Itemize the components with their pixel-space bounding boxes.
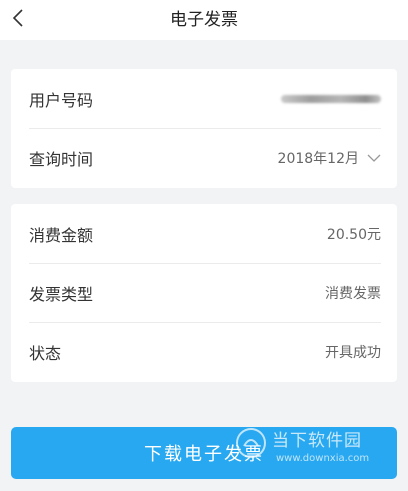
- query-time-value: 2018年12月: [277, 150, 359, 167]
- download-invoice-label: 下载电子发票: [144, 444, 264, 464]
- status-label: 状态: [29, 343, 62, 363]
- user-number-label: 用户号码: [29, 90, 94, 110]
- redacted-value: [281, 94, 381, 103]
- amount-row: 消费金额 20.50元: [11, 204, 397, 263]
- query-time-label: 查询时间: [29, 149, 94, 169]
- download-invoice-button[interactable]: 下载电子发票: [11, 427, 397, 479]
- query-time-row[interactable]: 查询时间 2018年12月: [11, 128, 397, 187]
- nav-bar: 电子发票: [0, 0, 408, 40]
- invoice-type-row: 发票类型 消费发票: [11, 263, 397, 322]
- chevron-down-icon: [367, 154, 381, 162]
- user-number-row: 用户号码: [11, 69, 397, 128]
- invoice-detail-card: 消费金额 20.50元 发票类型 消费发票 状态 开具成功: [11, 204, 397, 382]
- amount-value: 20.50元: [326, 226, 381, 243]
- amount-label: 消费金额: [29, 225, 94, 245]
- status-value: 开具成功: [325, 344, 381, 361]
- user-number-value: [281, 94, 381, 103]
- status-row: 状态 开具成功: [11, 322, 397, 381]
- query-card: 用户号码 查询时间 2018年12月: [11, 69, 397, 188]
- invoice-type-label: 发票类型: [29, 284, 94, 304]
- page-title: 电子发票: [170, 10, 238, 30]
- invoice-type-value: 消费发票: [325, 285, 381, 302]
- query-time-selector[interactable]: 2018年12月: [278, 148, 381, 168]
